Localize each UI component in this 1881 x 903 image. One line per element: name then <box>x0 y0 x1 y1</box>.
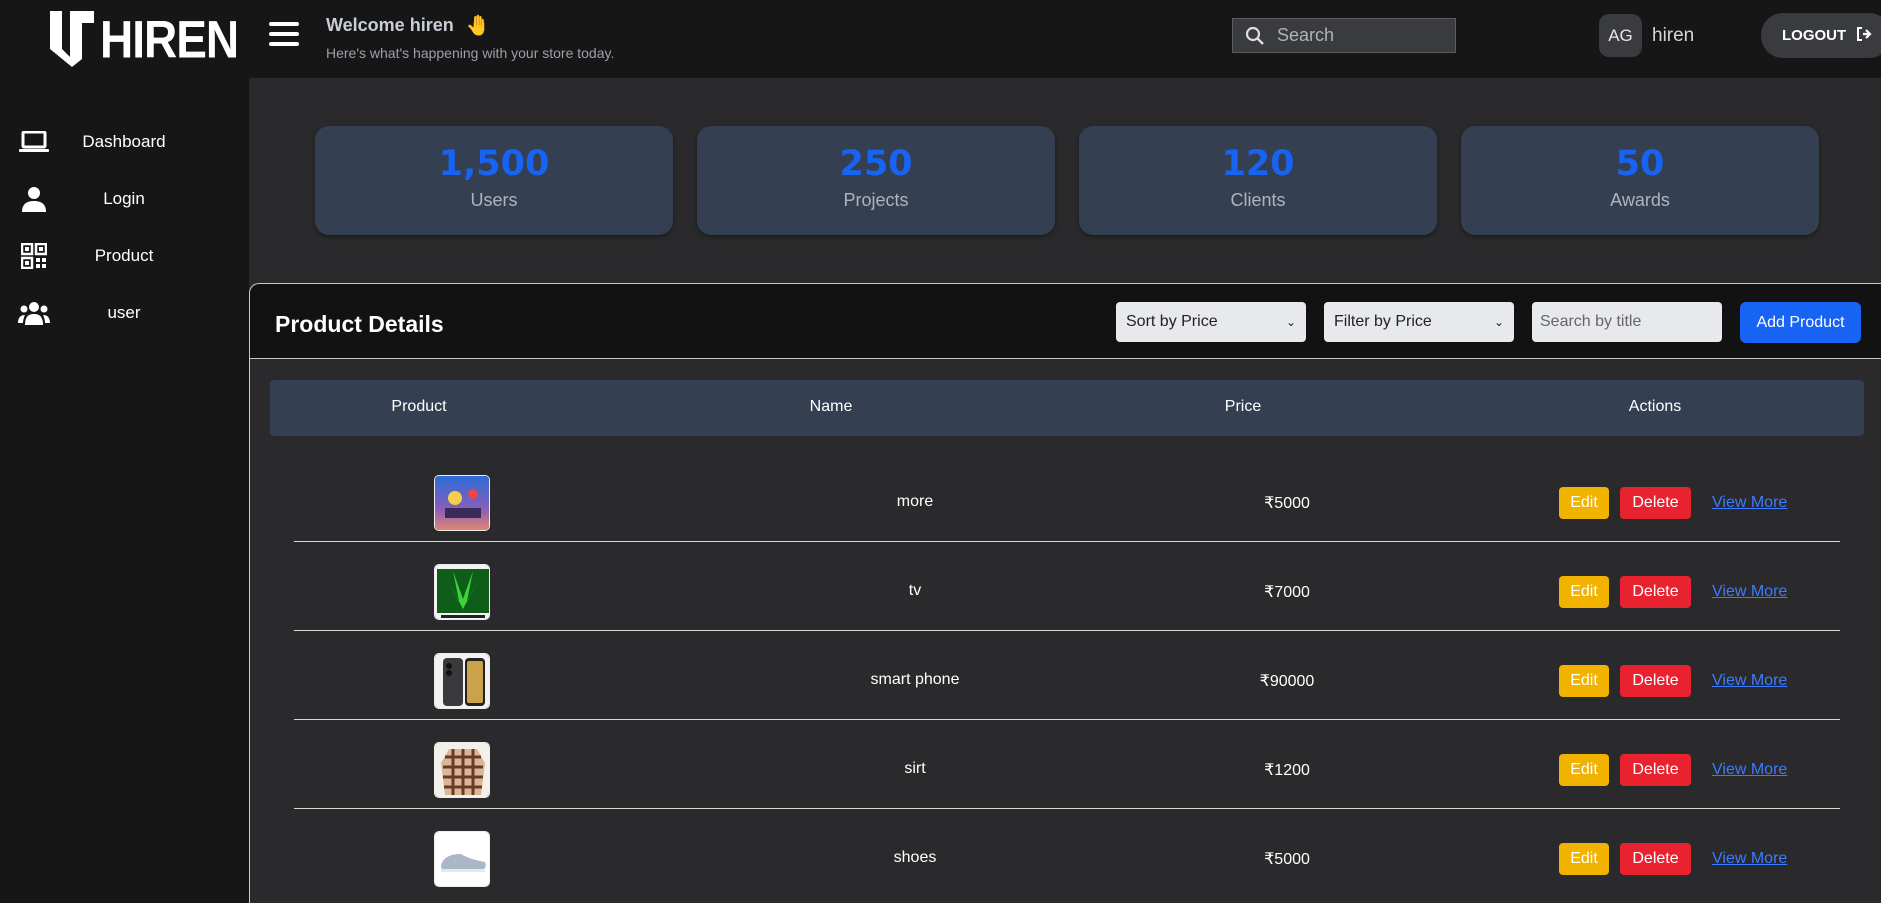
edit-button[interactable]: Edit <box>1559 754 1609 786</box>
product-panel-header: Product Details Sort by Price ⌄ Filter b… <box>250 284 1881 359</box>
logout-button[interactable]: LOGOUT <box>1761 13 1881 58</box>
product-image <box>434 742 490 798</box>
stat-value: 50 <box>1615 144 1665 184</box>
column-header: Price <box>1224 398 1262 415</box>
delete-button[interactable]: Delete <box>1620 487 1691 519</box>
chevron-down-icon: ⌄ <box>1493 315 1504 329</box>
users-icon <box>18 297 50 329</box>
welcome-block: Welcome hiren 🤚 Here's what's happening … <box>326 13 614 61</box>
welcome-subtitle: Here's what's happening with your store … <box>326 45 615 61</box>
stat-label: Users <box>470 190 518 210</box>
sort-select[interactable]: Sort by Price ⌄ <box>1116 302 1306 342</box>
product-name: more <box>896 493 934 510</box>
product-price: ₹90000 <box>1259 673 1315 690</box>
edit-button[interactable]: Edit <box>1559 576 1609 608</box>
stat-label: Projects <box>843 190 909 210</box>
page-title: Product Details <box>275 311 444 337</box>
brand-logo[interactable]: HIREN <box>48 8 239 70</box>
product-price: ₹5000 <box>1264 495 1310 512</box>
avatar[interactable]: AG <box>1599 14 1642 57</box>
edit-button[interactable]: Edit <box>1559 665 1609 697</box>
logo-mark-icon <box>50 11 94 67</box>
stat-card-projects: 250 Projects <box>697 126 1055 235</box>
filter-select[interactable]: Filter by Price ⌄ <box>1324 302 1514 342</box>
product-price: ₹1200 <box>1264 762 1310 779</box>
stat-value: 250 <box>839 144 913 184</box>
add-product-button[interactable]: Add Product <box>1740 302 1861 343</box>
product-price: ₹7000 <box>1264 584 1310 601</box>
sidebar-item-dashboard[interactable]: Dashboard <box>0 113 249 170</box>
title-search-input[interactable] <box>1532 302 1722 342</box>
welcome-title: Welcome hiren <box>326 15 454 35</box>
column-header: Product <box>391 398 447 415</box>
column-header: Actions <box>1628 398 1682 415</box>
brand-name: HIREN <box>100 9 239 69</box>
delete-button[interactable]: Delete <box>1620 754 1691 786</box>
product-name: shoes <box>893 849 937 866</box>
table-row: more ₹5000 Edit Delete View More <box>294 453 1840 542</box>
view-more-link[interactable]: View More <box>1712 583 1787 601</box>
search-input[interactable] <box>1277 25 1437 46</box>
sidebar-item-label: Product <box>94 245 154 265</box>
stat-value: 120 <box>1221 144 1295 184</box>
sidebar-item-login[interactable]: Login <box>0 170 249 227</box>
table-header: Product Name Price Actions <box>270 380 1864 436</box>
logout-label: LOGOUT <box>1782 27 1847 44</box>
sidebar-item-product[interactable]: Product <box>0 227 249 284</box>
view-more-link[interactable]: View More <box>1712 672 1787 690</box>
search-icon[interactable] <box>1233 26 1277 46</box>
stat-card-clients: 120 Clients <box>1079 126 1437 235</box>
sidebar-nav: Dashboard Login Product user <box>0 113 249 341</box>
stat-label: Clients <box>1230 190 1286 210</box>
product-panel: Product Details Sort by Price ⌄ Filter b… <box>249 283 1881 903</box>
laptop-icon <box>18 126 50 158</box>
chevron-down-icon: ⌄ <box>1285 315 1296 329</box>
sidebar: HIREN Dashboard Login Product user <box>0 0 249 903</box>
edit-button[interactable]: Edit <box>1559 843 1609 875</box>
stat-value: 1,500 <box>438 144 550 184</box>
delete-button[interactable]: Delete <box>1620 576 1691 608</box>
product-image <box>434 653 490 709</box>
column-header: Name <box>809 398 853 415</box>
user-icon <box>18 183 50 215</box>
product-image <box>434 564 490 620</box>
username: hiren <box>1652 25 1695 46</box>
view-more-link[interactable]: View More <box>1712 761 1787 779</box>
table-row: shoes ₹5000 Edit Delete View More <box>294 809 1840 898</box>
global-search <box>1232 18 1456 53</box>
product-name: smart phone <box>870 671 960 688</box>
sidebar-item-label: user <box>107 302 141 322</box>
product-image <box>434 475 490 531</box>
filter-select-label: Filter by Price <box>1334 313 1432 330</box>
sidebar-item-label: Dashboard <box>82 131 166 151</box>
edit-button[interactable]: Edit <box>1559 487 1609 519</box>
sort-select-label: Sort by Price <box>1126 313 1218 330</box>
menu-toggle-icon[interactable] <box>269 22 299 48</box>
view-more-link[interactable]: View More <box>1712 494 1787 512</box>
product-price: ₹5000 <box>1264 851 1310 868</box>
sidebar-item-label: Login <box>103 188 145 208</box>
delete-button[interactable]: Delete <box>1620 665 1691 697</box>
table-row: sirt ₹1200 Edit Delete View More <box>294 720 1840 809</box>
table-row: tv ₹7000 Edit Delete View More <box>294 542 1840 631</box>
logout-icon <box>1856 26 1872 45</box>
product-name: tv <box>908 582 922 599</box>
wave-hand-icon: 🤚 <box>465 15 491 37</box>
stat-card-awards: 50 Awards <box>1461 126 1819 235</box>
stat-card-users: 1,500 Users <box>315 126 673 235</box>
product-image <box>434 831 490 887</box>
top-header: Welcome hiren 🤚 Here's what's happening … <box>249 0 1881 78</box>
qr-code-icon <box>18 240 50 272</box>
delete-button[interactable]: Delete <box>1620 843 1691 875</box>
view-more-link[interactable]: View More <box>1712 850 1787 868</box>
product-name: sirt <box>904 760 926 777</box>
sidebar-item-user[interactable]: user <box>0 284 249 341</box>
table-row: smart phone ₹90000 Edit Delete View More <box>294 631 1840 720</box>
stat-label: Awards <box>1610 190 1670 210</box>
